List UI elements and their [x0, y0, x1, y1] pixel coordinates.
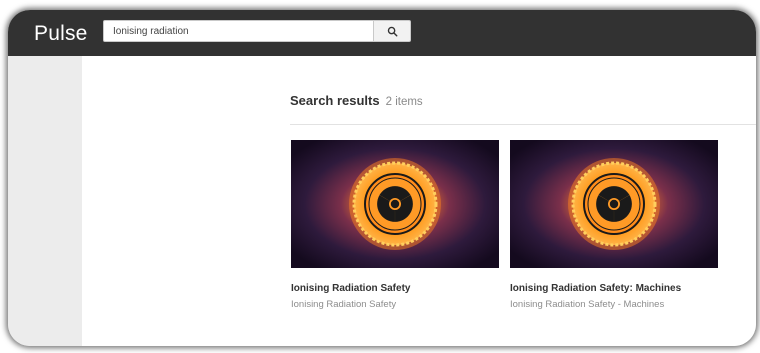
results-divider — [290, 124, 756, 125]
result-card[interactable]: Ionising Radiation Safety Ionising Radia… — [291, 140, 499, 310]
sidebar — [8, 56, 82, 346]
results-count: 2 items — [385, 96, 423, 108]
results-title: Search results — [290, 93, 380, 108]
app-window: Pulse Search results 2 items — [8, 10, 756, 346]
top-bar: Pulse — [8, 10, 756, 56]
result-card[interactable]: Ionising Radiation Safety: Machines Ioni… — [510, 140, 718, 310]
search-input[interactable] — [103, 20, 374, 42]
result-title[interactable]: Ionising Radiation Safety — [291, 283, 499, 294]
main-content: Search results 2 items Ionising Radiatio… — [82, 56, 756, 346]
result-subtitle: Ionising Radiation Safety — [291, 299, 397, 310]
app-logo[interactable]: Pulse — [34, 22, 88, 46]
results-header: Search results 2 items — [290, 93, 423, 108]
search-button[interactable] — [373, 20, 411, 42]
radiation-icon[interactable] — [510, 140, 718, 268]
search-icon — [387, 26, 397, 36]
result-subtitle: Ionising Radiation Safety - Machines — [510, 299, 665, 310]
result-title[interactable]: Ionising Radiation Safety: Machines — [510, 283, 718, 294]
radiation-icon[interactable] — [291, 140, 499, 268]
